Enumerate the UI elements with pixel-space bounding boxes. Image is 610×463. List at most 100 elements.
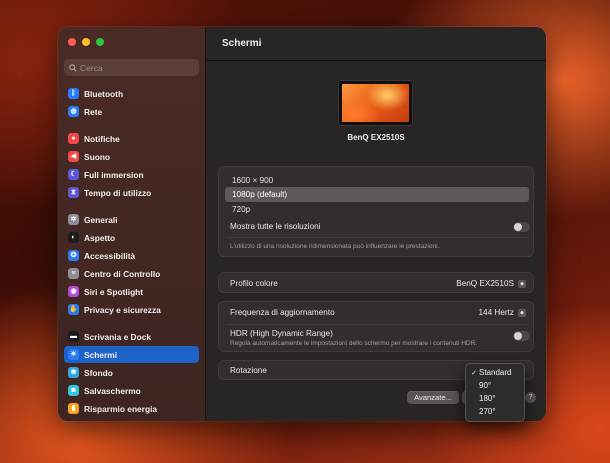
sidebar-item-rete[interactable]: ◍ Rete: [64, 103, 199, 120]
divider: [227, 237, 527, 238]
monitor-name: BenQ EX2510S: [347, 133, 405, 142]
hdr-toggle[interactable]: [513, 331, 530, 341]
monitor-icon[interactable]: [338, 80, 413, 126]
sidebar-item-sfondo[interactable]: ❀ Sfondo: [64, 364, 199, 381]
globe-icon: ◍: [68, 106, 79, 117]
help-button[interactable]: ?: [525, 392, 536, 403]
rotation-label: Rotazione: [230, 366, 267, 375]
sidebar-item-privacy-e-sicurezza[interactable]: ✋ Privacy e sicurezza: [64, 301, 199, 318]
appearance-icon: ◐: [68, 232, 79, 243]
rotation-option-standard[interactable]: ✓ Standard: [469, 366, 523, 379]
speaker-icon: ◀: [68, 151, 79, 162]
sidebar-item-label: Salvaschermo: [84, 385, 141, 396]
rotation-option-label: 270°: [479, 407, 496, 416]
sun-icon: ☀: [68, 349, 79, 360]
hdr-label: HDR (High Dynamic Range): [230, 329, 333, 338]
refresh-rate-label: Frequenza di aggiornamento: [230, 308, 335, 317]
dock-icon: ▬: [68, 331, 79, 342]
color-profile-select[interactable]: BenQ EX2510S ◆: [456, 279, 526, 288]
show-all-resolutions-toggle[interactable]: [513, 222, 530, 232]
sidebar-item-label: Full immersion: [84, 169, 144, 180]
chevron-up-down-icon: ◆: [518, 308, 526, 317]
sidebar-item-accessibilit[interactable]: ✪ Accessibilità: [64, 247, 199, 264]
resolution-note: L'utilizzo di una risoluzione ridimensio…: [230, 243, 440, 250]
checkmark-icon: ✓: [471, 369, 477, 377]
refresh-rate-select[interactable]: 144 Hertz ◆: [478, 308, 526, 317]
sidebar-item-label: Sfondo: [84, 367, 113, 378]
monitor-wallpaper-preview: [342, 84, 409, 122]
search-icon: [69, 63, 77, 72]
sidebar-item-full-immersion[interactable]: ☾ Full immersion: [64, 166, 199, 183]
color-profile-label: Profilo colore: [230, 279, 278, 288]
displays-pane: Schermi BenQ EX2510S 1600 × 900 1080p (d…: [206, 27, 546, 421]
sidebar-item-label: Suono: [84, 151, 111, 162]
sidebar-item-aspetto[interactable]: ◐ Aspetto: [64, 229, 199, 246]
moon-icon: ☾: [68, 169, 79, 180]
sidebar-item-label: Risparmio energia: [84, 403, 158, 414]
hdr-description: Regola automaticamente le impostazioni d…: [230, 340, 478, 347]
color-profile-value: BenQ EX2510S: [456, 279, 514, 288]
zoom-window-button[interactable]: [96, 38, 104, 46]
sidebar-item-label: Scrivania e Dock: [84, 331, 152, 342]
hourglass-icon: ⧗: [68, 187, 79, 198]
sidebar: ᛒ Bluetooth ◍ Rete ● Notifiche ◀ Suono ☾ Full imm…: [58, 27, 206, 421]
rotation-option-90[interactable]: 90°: [469, 379, 523, 392]
sidebar-item-bluetooth[interactable]: ᛒ Bluetooth: [64, 85, 199, 102]
search-input[interactable]: [77, 62, 190, 73]
siri-icon: ◉: [68, 286, 79, 297]
resolution-option-720p[interactable]: 720p: [225, 202, 529, 217]
sidebar-item-label: Privacy e sicurezza: [84, 304, 161, 315]
sidebar-item-siri-e-spotlight[interactable]: ◉ Siri e Spotlight: [64, 283, 199, 300]
sidebar-item-label: Rete: [84, 106, 103, 117]
sidebar-item-label: Bluetooth: [84, 88, 124, 99]
wallpaper-icon: ❀: [68, 367, 79, 378]
bell-icon: ●: [68, 133, 79, 144]
gear-icon: ✲: [68, 214, 79, 225]
divider: [227, 324, 527, 325]
hand-icon: ✋: [68, 304, 79, 315]
sidebar-item-label: Generali: [84, 214, 118, 225]
refresh-rate-value: 144 Hertz: [478, 308, 515, 317]
bluetooth-icon: ᛒ: [68, 88, 79, 99]
sidebar-item-label: Tempo di utilizzo: [84, 187, 152, 198]
screensaver-icon: ◙: [68, 385, 79, 396]
sidebar-item-label: Siri e Spotlight: [84, 286, 144, 297]
window-controls: [68, 38, 104, 46]
sidebar-item-risparmio-energia[interactable]: ▮ Risparmio energia: [64, 400, 199, 417]
battery-icon: ▮: [68, 403, 79, 414]
search-box[interactable]: [64, 59, 199, 76]
header-divider: [206, 60, 546, 61]
resolution-group: 1600 × 900 1080p (default) 720p Mostra t…: [218, 166, 534, 257]
rotation-dropdown-menu: ✓ Standard 90° 180° 270°: [465, 363, 525, 422]
sidebar-item-schermi[interactable]: ☀ Schermi: [64, 346, 199, 363]
show-all-resolutions-label: Mostra tutte le risoluzioni: [230, 222, 321, 231]
sidebar-item-label: Centro di Controllo: [84, 268, 161, 279]
chevron-up-down-icon: ◆: [518, 279, 526, 288]
sidebar-item-suono[interactable]: ◀ Suono: [64, 148, 199, 165]
refresh-hdr-group: Frequenza di aggiornamento 144 Hertz ◆ HD…: [218, 301, 534, 352]
sidebar-item-label: Schermi: [84, 349, 118, 360]
settings-window: ᛒ Bluetooth ◍ Rete ● Notifiche ◀ Suono ☾ Full imm…: [58, 27, 546, 421]
rotation-option-270[interactable]: 270°: [469, 405, 523, 418]
sidebar-item-tempo-di-utilizzo[interactable]: ⧗ Tempo di utilizzo: [64, 184, 199, 201]
accessibility-icon: ✪: [68, 250, 79, 261]
rotation-option-label: 180°: [479, 394, 496, 403]
control-center-icon: ≡: [68, 268, 79, 279]
resolution-option-1600x900[interactable]: 1600 × 900: [225, 173, 529, 188]
sidebar-item-salvaschermo[interactable]: ◙ Salvaschermo: [64, 382, 199, 399]
sidebar-item-centro-di-controllo[interactable]: ≡ Centro di Controllo: [64, 265, 199, 282]
sidebar-item-scrivania-e-dock[interactable]: ▬ Scrivania e Dock: [64, 328, 199, 345]
color-profile-group: Profilo colore BenQ EX2510S ◆: [218, 272, 534, 293]
resolution-option-1080p[interactable]: 1080p (default): [225, 187, 529, 202]
advanced-button[interactable]: Avanzate...: [407, 391, 459, 404]
close-window-button[interactable]: [68, 38, 76, 46]
sidebar-item-label: Accessibilità: [84, 250, 136, 261]
minimize-window-button[interactable]: [82, 38, 90, 46]
rotation-option-label: Standard: [479, 368, 512, 377]
sidebar-item-generali[interactable]: ✲ Generali: [64, 211, 199, 228]
sidebar-item-notifiche[interactable]: ● Notifiche: [64, 130, 199, 147]
sidebar-item-label: Aspetto: [84, 232, 116, 243]
rotation-option-label: 90°: [479, 381, 492, 390]
rotation-option-180[interactable]: 180°: [469, 392, 523, 405]
sidebar-item-label: Notifiche: [84, 133, 120, 144]
